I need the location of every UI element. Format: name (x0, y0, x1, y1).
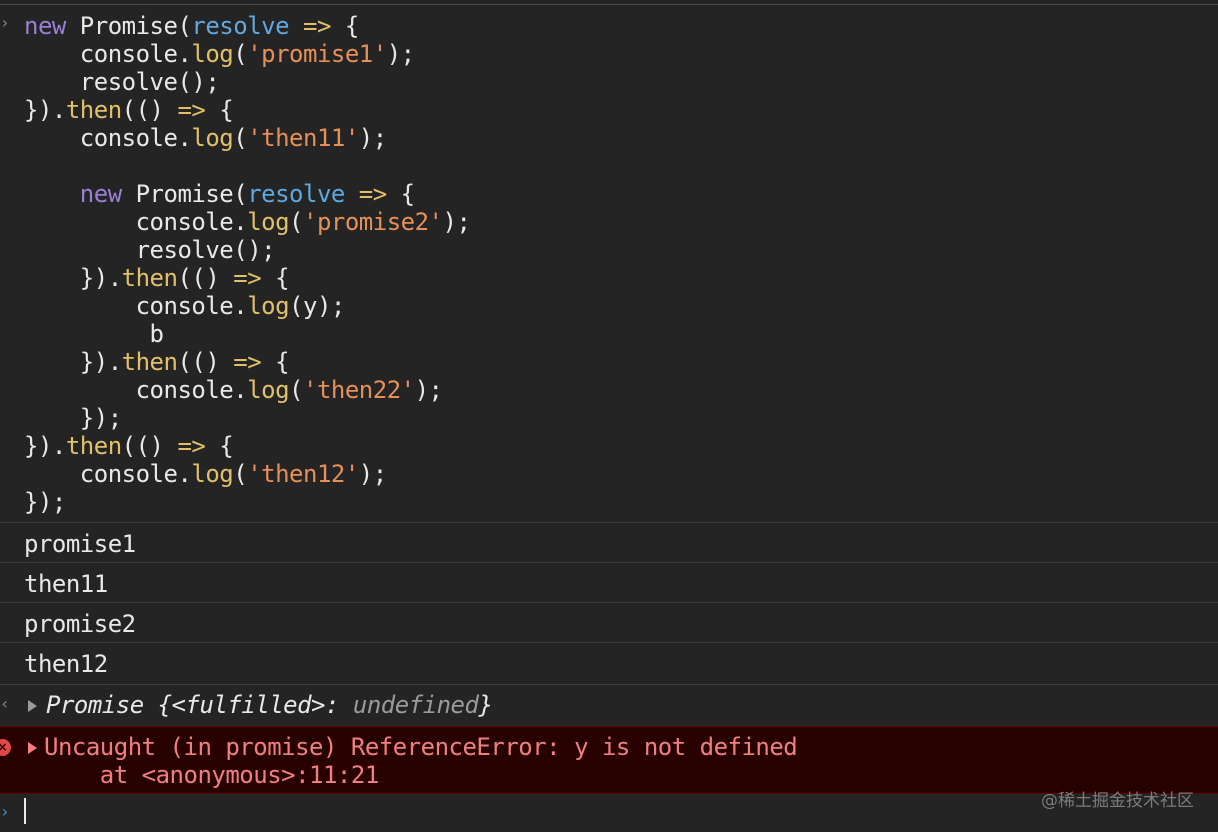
code-token: }); (24, 404, 122, 432)
watermark-text: @稀土掘金技术社区 (1041, 791, 1194, 811)
code-token: (() (121, 96, 178, 124)
code-token: (() (121, 432, 178, 460)
code-token: resolve (191, 12, 290, 40)
code-token: ); (358, 460, 387, 488)
promise-result-prefix: Promise {<fulfilled>: (46, 691, 353, 719)
result-chevron-icon: ‹ (0, 694, 10, 713)
code-token: 'promise2' (303, 208, 443, 236)
error-message-row[interactable]: × Uncaught (in promise) ReferenceError: … (0, 726, 1218, 794)
code-token: { (261, 348, 290, 376)
code-token: log (247, 292, 290, 320)
promise-result-value: undefined (352, 691, 479, 719)
code-token: console. (24, 40, 192, 68)
code-token: (() (177, 348, 234, 376)
code-token: ); (414, 376, 443, 404)
code-token: log (247, 376, 290, 404)
code-token: Promise( (65, 12, 192, 40)
code-token: ( (289, 208, 303, 236)
code-token: console. (24, 208, 248, 236)
code-token: }). (24, 96, 66, 124)
code-token: b (24, 320, 164, 348)
top-divider (0, 4, 1218, 5)
code-token: }). (24, 432, 66, 460)
expand-result-triangle-icon[interactable] (28, 700, 37, 712)
code-token: new (24, 12, 66, 40)
code-token: (y); (289, 292, 345, 320)
code-token: resolve (247, 180, 345, 208)
log-divider (0, 562, 1218, 563)
code-token: { (330, 12, 359, 40)
code-token: ); (358, 124, 387, 152)
code-token: }); (24, 488, 66, 516)
code-token: ); (386, 40, 415, 68)
code-token: 'then11' (247, 124, 359, 152)
log-divider (0, 602, 1218, 603)
error-icon: × (0, 739, 11, 756)
code-token: => (177, 432, 206, 460)
console-prompt-chevron-icon: › (0, 802, 10, 821)
code-token: 'promise1' (247, 40, 387, 68)
code-token: log (247, 208, 290, 236)
code-token: Promise( (121, 180, 248, 208)
code-token: ( (233, 124, 248, 152)
promise-result[interactable]: Promise {<fulfilled>: undefined} (46, 690, 493, 720)
code-token: ( (233, 40, 248, 68)
code-token: console. (24, 376, 248, 404)
code-token: resolve(); (24, 68, 220, 96)
code-token: => (289, 12, 331, 40)
code-token: 'then12' (247, 460, 359, 488)
log-entry-then12[interactable]: then12 (24, 650, 108, 678)
expand-error-triangle-icon[interactable] (28, 742, 37, 754)
log-entry-then11[interactable]: then11 (24, 570, 108, 598)
code-token: resolve(); (24, 236, 276, 264)
log-divider (0, 522, 1218, 523)
log-entry-promise2[interactable]: promise2 (24, 610, 136, 638)
log-divider (0, 684, 1218, 685)
code-token: (() (177, 264, 234, 292)
code-token: then (65, 96, 122, 124)
error-line-2: at <anonymous>:11:21 (44, 761, 379, 789)
promise-result-suffix: } (478, 691, 493, 719)
code-token: log (191, 40, 234, 68)
code-token: log (191, 460, 234, 488)
code-token: }). (24, 264, 122, 292)
code-token: 'then22' (303, 376, 415, 404)
code-token: then (121, 264, 178, 292)
console-input-caret[interactable] (24, 798, 26, 824)
code-token: ( (289, 376, 303, 404)
code-token: => (177, 96, 206, 124)
code-token: then (121, 348, 178, 376)
code-token: ); (442, 208, 471, 236)
log-divider (0, 642, 1218, 643)
code-token: => (233, 348, 262, 376)
code-token: console. (24, 124, 192, 152)
code-token: { (205, 96, 234, 124)
code-token: new (79, 180, 122, 208)
code-token: log (191, 124, 234, 152)
code-token: console. (24, 460, 192, 488)
code-token: => (233, 264, 262, 292)
log-entry-promise1[interactable]: promise1 (24, 530, 136, 558)
code-token: { (261, 264, 290, 292)
input-chevron-icon: › (0, 13, 10, 32)
console-input-code[interactable]: new Promise(resolve => { console.log('pr… (24, 12, 471, 516)
code-token: }). (24, 348, 122, 376)
error-line-1: Uncaught (in promise) ReferenceError: y … (44, 733, 798, 761)
code-token: { (386, 180, 415, 208)
code-token: => (344, 180, 387, 208)
code-token: console. (24, 292, 248, 320)
code-token: { (205, 432, 234, 460)
code-token: ( (233, 460, 248, 488)
code-token: then (65, 432, 122, 460)
error-text: Uncaught (in promise) ReferenceError: y … (44, 733, 798, 789)
